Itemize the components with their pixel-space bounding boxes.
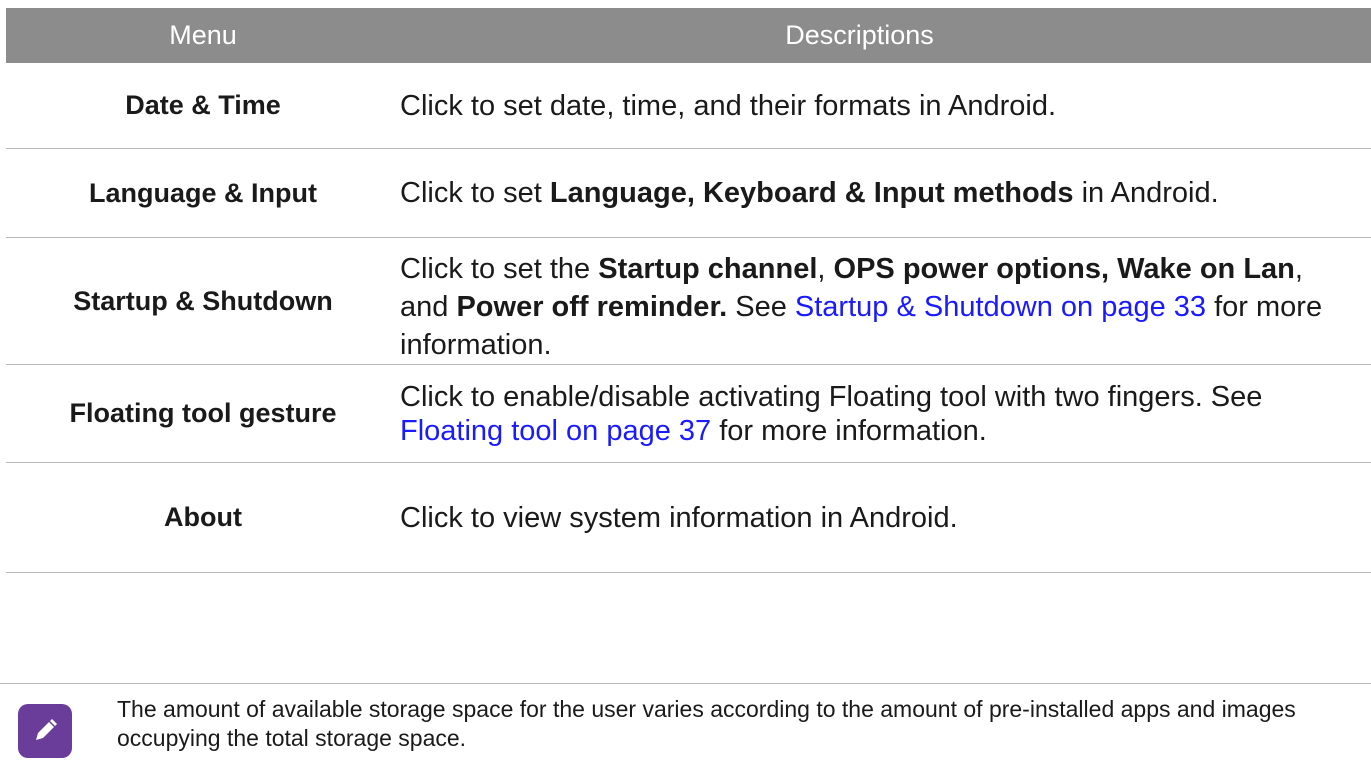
- plain-text: in Android.: [1073, 177, 1219, 209]
- description-language-input: Click to set Language, Keyboard & Input …: [400, 149, 1371, 237]
- table-row: Startup & Shutdown Click to set the Star…: [6, 238, 1371, 365]
- menu-startup-shutdown: Startup & Shutdown: [73, 285, 333, 316]
- bold-text: Language, Keyboard & Input methods: [549, 177, 1074, 209]
- menu-about: About: [164, 502, 242, 532]
- header-descriptions: Descriptions: [785, 20, 934, 50]
- settings-table: Menu Descriptions Date & Time Click to s…: [6, 8, 1371, 573]
- description-text: Click to set the Startup channel, OPS po…: [400, 250, 1341, 364]
- table-row: About Click to view system information i…: [6, 463, 1371, 573]
- page-link[interactable]: Startup & Shutdown on page 33: [795, 291, 1206, 323]
- plain-text: Click to view system information in Andr…: [400, 501, 958, 534]
- plain-text: ,: [817, 253, 834, 285]
- table-row: Language & Input Click to set Language, …: [6, 149, 1371, 238]
- description-floating-tool-gesture: Click to enable/disable activating Float…: [400, 365, 1371, 462]
- table-row: Floating tool gesture Click to enable/di…: [6, 365, 1371, 463]
- plain-text: Click to set: [400, 177, 550, 209]
- description-text: Click to set Language, Keyboard & Input …: [400, 175, 1219, 211]
- bold-text: Startup channel: [598, 253, 818, 285]
- table-row: Date & Time Click to set date, time, and…: [6, 63, 1371, 149]
- description-text: Click to enable/disable activating Float…: [400, 380, 1341, 448]
- description-date-time: Click to set date, time, and their forma…: [400, 63, 1371, 148]
- description-startup-shutdown: Click to set the Startup channel, OPS po…: [400, 238, 1371, 364]
- menu-floating-tool-gesture: Floating tool gesture: [69, 398, 337, 428]
- bold-text: OPS power options, Wake on Lan: [833, 253, 1295, 285]
- description-text: Click to view system information in Andr…: [400, 500, 958, 536]
- note-text: The amount of available storage space fo…: [117, 696, 1296, 751]
- plain-text: Click to set the: [400, 253, 599, 285]
- note-box: The amount of available storage space fo…: [0, 683, 1371, 779]
- plain-text: See: [727, 291, 795, 323]
- plain-text: for more information.: [711, 414, 987, 447]
- description-text: Click to set date, time, and their forma…: [400, 88, 1056, 124]
- menu-date-time: Date & Time: [125, 90, 281, 120]
- menu-language-input: Language & Input: [89, 177, 317, 208]
- plain-text: Click to set date, time, and their forma…: [400, 89, 1057, 122]
- header-menu: Menu: [169, 20, 237, 50]
- pencil-icon: [18, 704, 72, 758]
- page-link[interactable]: Floating tool on page 37: [400, 415, 711, 447]
- description-about: Click to view system information in Andr…: [400, 463, 1371, 572]
- plain-text: Click to enable/disable activating Float…: [400, 380, 1263, 413]
- table-header: Menu Descriptions: [6, 8, 1371, 63]
- bold-text: Power off reminder.: [456, 291, 728, 323]
